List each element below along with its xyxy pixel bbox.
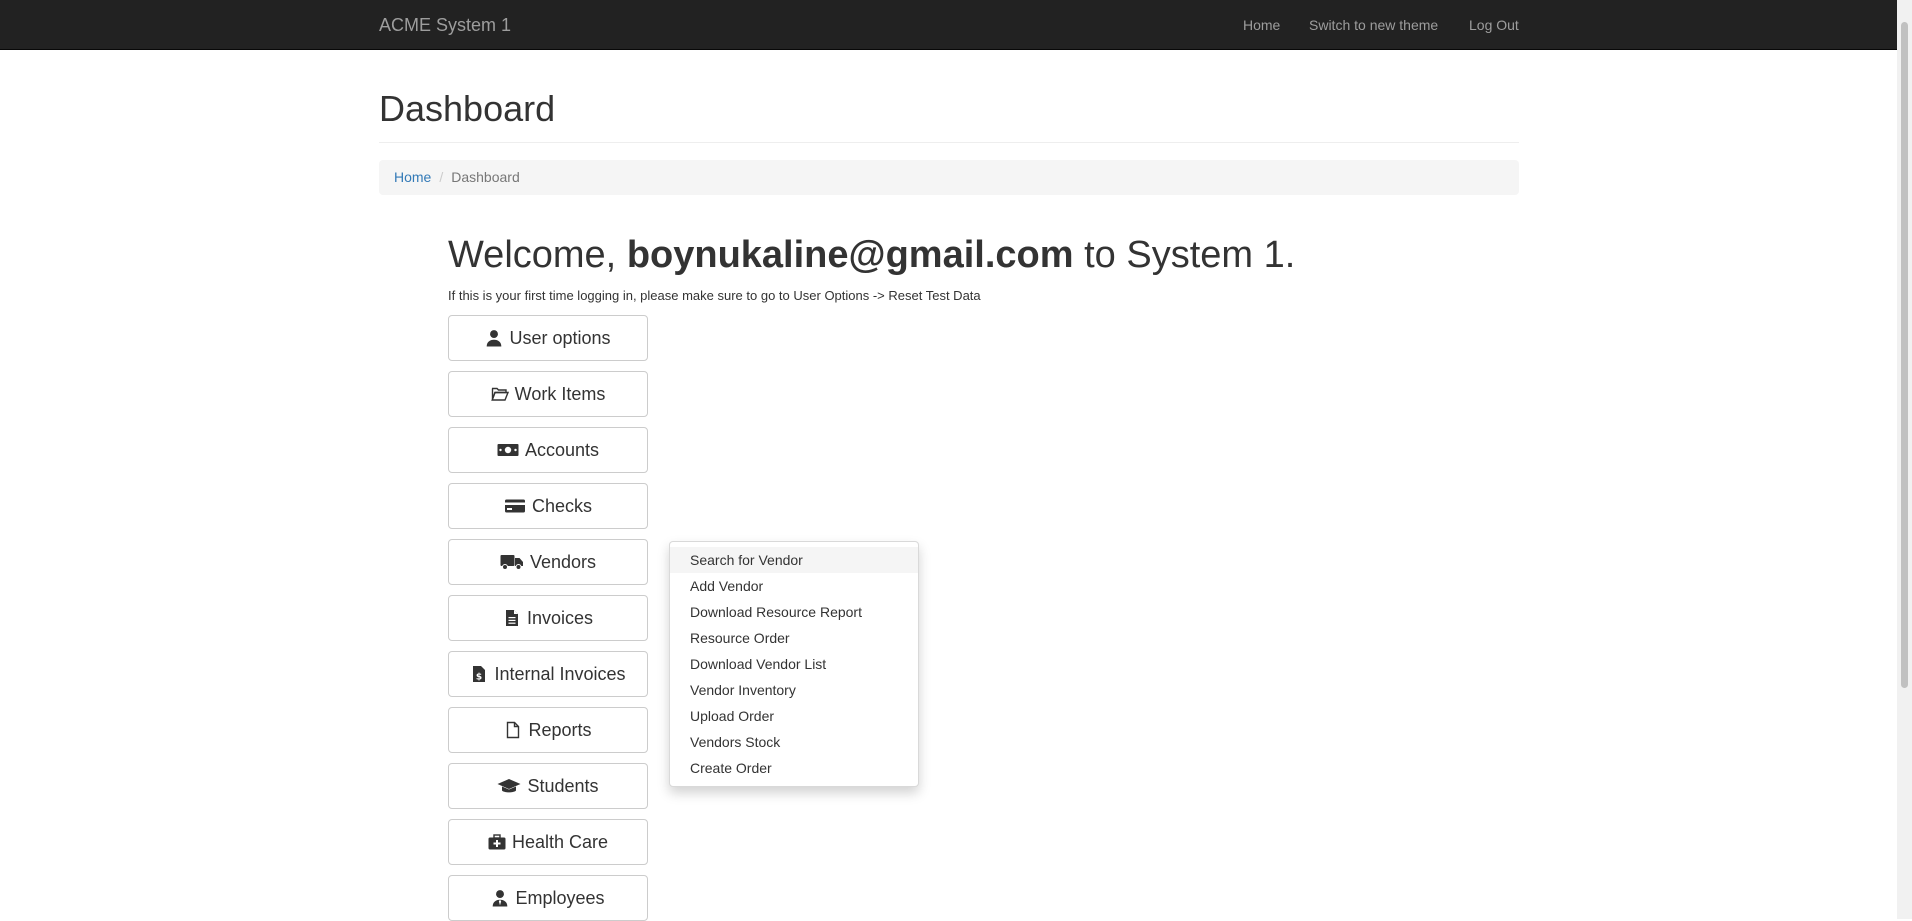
vendors-dropdown-menu: Search for Vendor Add Vendor Download Re…: [669, 541, 919, 787]
dropdown-item-vendor-inventory[interactable]: Vendor Inventory: [670, 677, 918, 703]
dropdown-item-upload-order[interactable]: Upload Order: [670, 703, 918, 729]
file-icon: [504, 721, 522, 739]
breadcrumb-current: Dashboard: [451, 169, 520, 185]
brand-link[interactable]: ACME System 1: [379, 15, 511, 35]
page-title: Dashboard: [379, 88, 556, 129]
employees-label: Employees: [515, 887, 605, 908]
folder-open-icon: [490, 385, 509, 403]
dropdown-item-download-vendor-list[interactable]: Download Vendor List: [670, 651, 918, 677]
file-invoice-dollar-icon: $: [470, 665, 488, 683]
page-header: Dashboard: [379, 88, 1519, 143]
work-items-button[interactable]: Work Items: [448, 371, 648, 417]
graduation-cap-icon: [497, 777, 521, 795]
user-options-button[interactable]: User options: [448, 315, 648, 361]
breadcrumb-home-link[interactable]: Home: [394, 169, 431, 185]
dropdown-item-download-resource-report[interactable]: Download Resource Report: [670, 599, 918, 625]
medkit-icon: [488, 833, 506, 851]
money-bill-icon: [497, 441, 519, 459]
internal-invoices-label: Internal Invoices: [494, 663, 626, 684]
welcome-user-email: boynukaline@gmail.com: [626, 234, 1074, 276]
accounts-label: Accounts: [524, 439, 600, 460]
user-icon: [485, 329, 503, 347]
dropdown-item-search-for-vendor[interactable]: Search for Vendor: [670, 547, 918, 573]
invoices-label: Invoices: [526, 607, 594, 628]
scrollbar-thumb[interactable]: [1901, 22, 1908, 688]
reports-label: Reports: [528, 719, 592, 740]
welcome-suffix: to System 1.: [1084, 234, 1296, 276]
user-options-label: User options: [509, 327, 611, 348]
page-scrollbar[interactable]: [1897, 0, 1912, 919]
first-login-hint: If this is your first time logging in, p…: [448, 288, 981, 303]
truck-icon: [500, 553, 524, 571]
svg-text:$: $: [476, 673, 482, 683]
internal-invoices-button[interactable]: $ Internal Invoices: [448, 651, 648, 697]
health-care-button[interactable]: Health Care: [448, 819, 648, 865]
work-items-label: Work Items: [514, 383, 606, 404]
welcome-heading: Welcome, boynukaline@gmail.com to System…: [448, 232, 1295, 278]
file-text-icon: [503, 609, 521, 627]
invoices-button[interactable]: Invoices: [448, 595, 648, 641]
checks-button[interactable]: Checks: [448, 483, 648, 529]
breadcrumb: Home / Dashboard: [379, 160, 1519, 195]
checks-label: Checks: [531, 495, 593, 516]
dropdown-item-resource-order[interactable]: Resource Order: [670, 625, 918, 651]
vendors-label: Vendors: [529, 551, 597, 572]
user-tie-icon: [491, 889, 509, 907]
accounts-button[interactable]: Accounts: [448, 427, 648, 473]
students-button[interactable]: Students: [448, 763, 648, 809]
health-care-label: Health Care: [511, 831, 609, 852]
nav-logout-link[interactable]: Log Out: [1469, 16, 1519, 34]
vendors-button[interactable]: Vendors: [448, 539, 648, 585]
reports-button[interactable]: Reports: [448, 707, 648, 753]
dropdown-item-add-vendor[interactable]: Add Vendor: [670, 573, 918, 599]
dropdown-item-vendors-stock[interactable]: Vendors Stock: [670, 729, 918, 755]
breadcrumb-separator: /: [439, 169, 444, 185]
students-label: Students: [527, 775, 599, 796]
nav-switch-theme-link[interactable]: Switch to new theme: [1309, 16, 1438, 34]
nav-home-link[interactable]: Home: [1243, 16, 1280, 34]
employees-button[interactable]: Employees: [448, 875, 648, 921]
welcome-prefix: Welcome,: [448, 234, 617, 276]
top-navbar: ACME System 1 Home Switch to new theme L…: [0, 0, 1897, 50]
dropdown-item-create-order[interactable]: Create Order: [670, 755, 918, 781]
credit-card-icon: [504, 497, 526, 515]
